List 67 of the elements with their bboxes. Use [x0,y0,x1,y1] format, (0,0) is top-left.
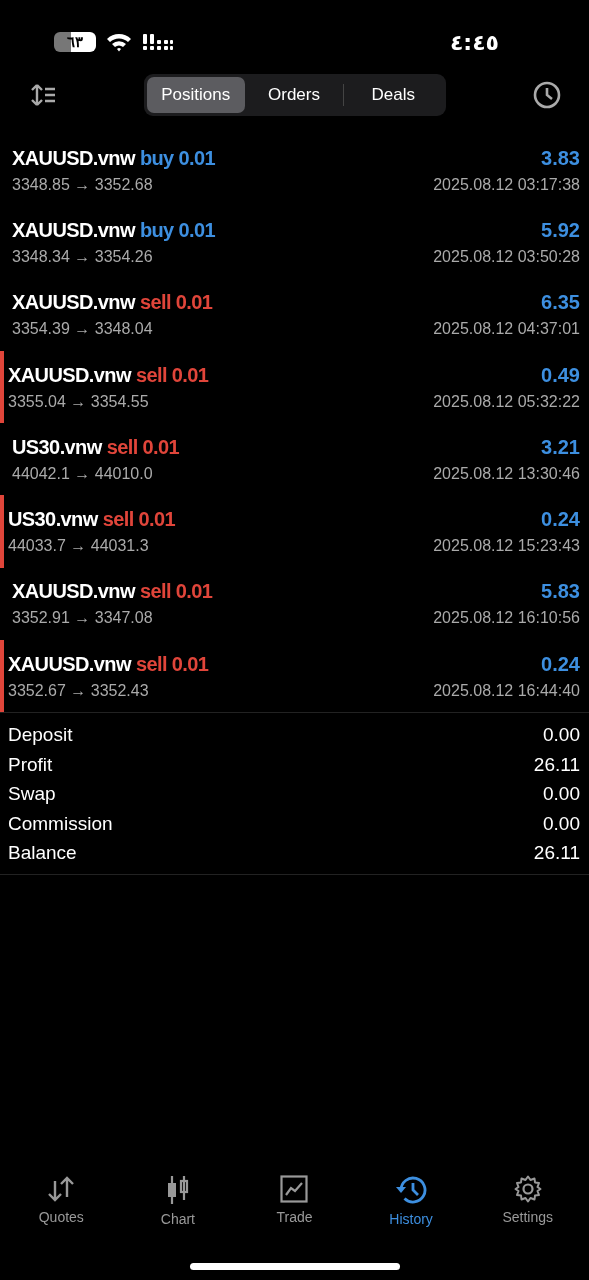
tab[interactable]: Orders [244,77,344,113]
summary-value: 0.00 [543,783,580,806]
profit-value: 5.92 [541,218,580,242]
profit-value: 5.83 [541,580,580,604]
position-row[interactable]: US30.vnw sell 0.01 3.21 44042.1 → 44010.0 2025.08.12 13:30:46 [0,423,589,496]
price-range: 3354.39 → 3348.04 [12,320,153,339]
close-time: 2025.08.12 03:17:38 [433,175,580,194]
position-title: US30.vnw sell 0.01 [12,435,180,459]
signal-icon [142,32,174,52]
position-row[interactable]: XAUUSD.vnw sell 0.01 6.35 3354.39 → 3348.04 2025.08.12 04:37:01 [0,278,589,351]
summary-value: 0.00 [543,812,580,835]
clock-icon[interactable] [533,81,561,109]
price-range: 3355.04 → 3354.55 [8,392,149,411]
position-title: XAUUSD.vnw sell 0.01 [8,652,209,676]
summary-value: 26.11 [533,842,580,865]
summary-label: Deposit [8,724,73,747]
summary-label: Commission [8,812,113,835]
position-row[interactable]: XAUUSD.vnw buy 0.01 5.92 3348.34 → 3354.26 2025.08.12 03:50:28 [0,206,589,279]
position-row[interactable]: XAUUSD.vnw buy 0.01 3.83 3348.85 → 3352.68 2025.08.12 03:17:38 [0,134,589,207]
position-title: XAUUSD.vnw sell 0.01 [8,363,209,387]
nav-tab[interactable]: Quotes [6,1174,117,1228]
sort-icon[interactable] [30,84,56,106]
close-time: 2025.08.12 16:44:40 [433,681,580,700]
summary-value: 26.11 [533,753,580,776]
profit-value: 0.49 [541,363,580,387]
price-range: 3352.67 → 3352.43 [8,681,149,700]
close-time: 2025.08.12 03:50:28 [433,247,580,266]
close-time: 2025.08.12 05:32:22 [433,392,580,411]
close-time: 2025.08.12 15:23:43 [433,537,580,556]
position-row[interactable]: XAUUSD.vnw sell 0.01 0.24 3352.67 → 3352.43 2025.08.12 16:44:40 [0,640,589,713]
settings-icon [513,1175,542,1203]
price-range: 3352.91 → 3347.08 [12,609,153,628]
position-title: XAUUSD.vnw buy 0.01 [12,218,216,242]
summary-value: 0.00 [543,724,580,747]
clock: ٤:٤٥ [449,29,499,55]
position-row[interactable]: XAUUSD.vnw sell 0.01 5.83 3352.91 → 3347.08 2025.08.12 16:10:56 [0,567,589,641]
price-range: 44033.7 → 44031.3 [8,537,149,556]
wifi-icon [106,32,132,52]
position-title: XAUUSD.vnw sell 0.01 [12,580,213,604]
profit-value: 0.24 [541,508,580,532]
summary-label: Balance [8,842,77,865]
position-title: XAUUSD.vnw buy 0.01 [12,146,216,170]
profit-value: 3.21 [541,435,580,459]
tab[interactable]: Deals [344,77,443,113]
profit-value: 6.35 [541,291,580,315]
close-time: 2025.08.12 04:37:01 [433,320,580,339]
tab[interactable]: Positions [146,77,245,113]
nav-tab[interactable]: Trade [239,1174,350,1228]
nav-tab[interactable]: History [356,1174,467,1228]
summary-label: Swap [8,783,56,806]
position-title: XAUUSD.vnw sell 0.01 [12,291,213,315]
position-row[interactable]: XAUUSD.vnw sell 0.01 0.49 3355.04 → 3354.55 2025.08.12 05:32:22 [0,350,589,424]
profit-value: 0.24 [541,652,580,676]
price-range: 3348.85 → 3352.68 [12,175,153,194]
nav-tab[interactable]: Chart [122,1174,233,1228]
position-title: US30.vnw sell 0.01 [8,508,176,532]
price-range: 3348.34 → 3354.26 [12,247,153,266]
summary-label: Profit [8,753,53,776]
line-chart-icon [280,1175,309,1203]
price-range: 44042.1 → 44010.0 [12,464,153,483]
battery-percent: ٦٣ [67,33,83,51]
profit-value: 3.83 [541,146,580,170]
history-icon [395,1175,428,1205]
close-time: 2025.08.12 13:30:46 [433,464,580,483]
close-time: 2025.08.12 16:10:56 [433,609,580,628]
nav-tab[interactable]: Settings [472,1174,583,1228]
position-row[interactable]: US30.vnw sell 0.01 0.24 44033.7 → 44031.3 2025.08.12 15:23:43 [0,495,589,568]
